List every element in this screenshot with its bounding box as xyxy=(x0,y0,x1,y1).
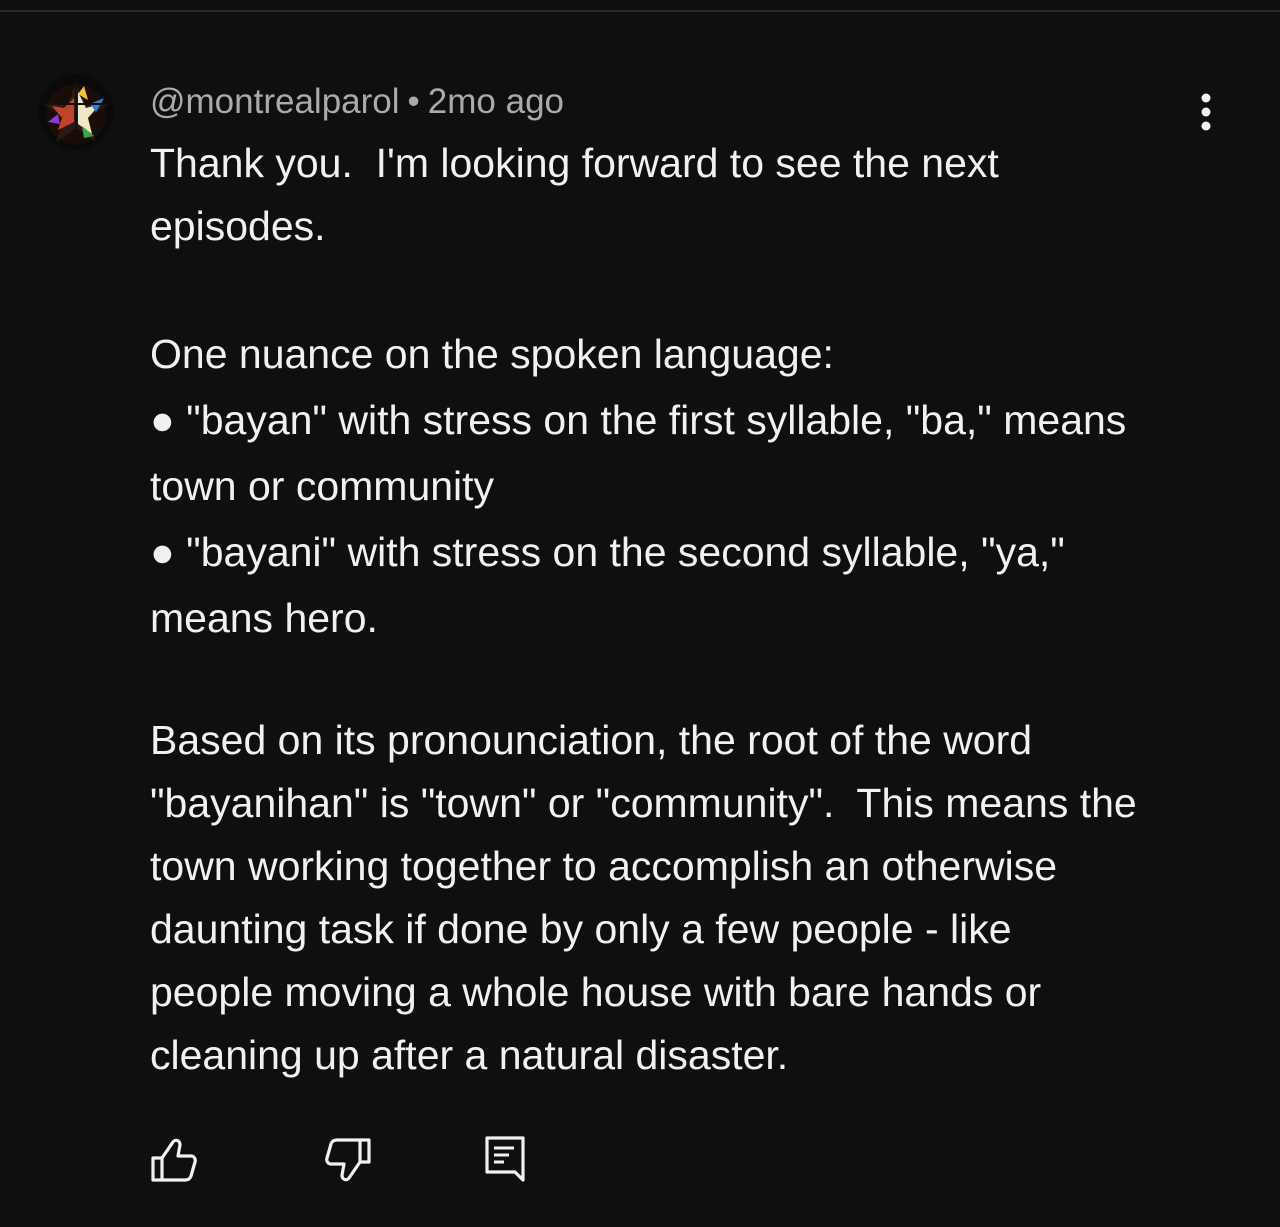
thumbs-up-icon xyxy=(151,1138,197,1182)
comment-text: Thank you. I'm looking forward to see th… xyxy=(150,132,1210,1087)
dislike-button[interactable] xyxy=(322,1134,374,1186)
comment-author[interactable]: @montrealparol xyxy=(150,82,400,121)
avatar-star-lantern-image xyxy=(38,74,114,150)
more-vertical-icon xyxy=(1201,93,1211,131)
comment-paragraph: Based on its pronounciation, the root of… xyxy=(150,717,1137,1078)
more-options-button[interactable] xyxy=(1186,88,1226,136)
like-button[interactable] xyxy=(148,1134,200,1186)
comment-action-bar xyxy=(0,1134,1280,1194)
reply-button[interactable] xyxy=(478,1134,530,1186)
header-separator: • xyxy=(407,82,420,121)
comment-paragraph: Thank you. I'm looking forward to see th… xyxy=(150,140,999,249)
comment-timestamp[interactable]: 2mo ago xyxy=(428,82,564,121)
avatar[interactable] xyxy=(38,74,114,150)
reply-comment-icon xyxy=(485,1136,525,1182)
thumbs-down-icon xyxy=(325,1138,371,1182)
comment-header: @montrealparol • 2mo ago xyxy=(150,80,564,124)
top-divider xyxy=(0,0,1280,12)
comment-paragraph: One nuance on the spoken language: ● "ba… xyxy=(150,331,1127,641)
